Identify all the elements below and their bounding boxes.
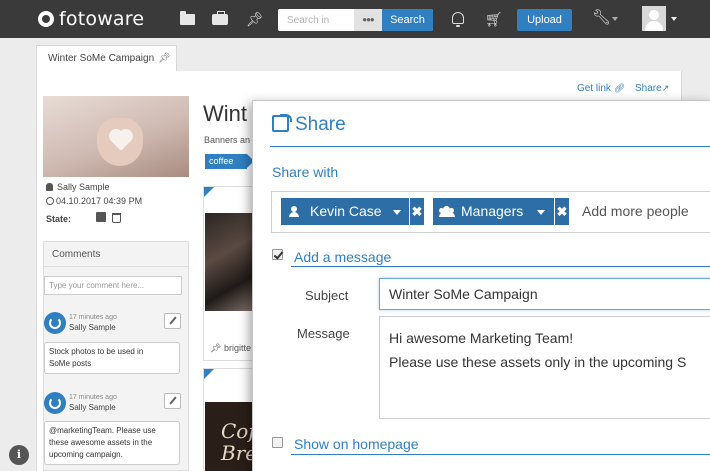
dialog-title-divider xyxy=(270,146,710,147)
created-date: 04.10.2017 04:39 PM xyxy=(56,196,143,206)
recipient-name: Managers xyxy=(461,203,524,219)
archive-icon[interactable] xyxy=(96,212,106,222)
comments-title: Comments xyxy=(52,249,101,260)
pin-icon[interactable]: 📌︎ xyxy=(210,343,221,353)
logo-mark-icon xyxy=(38,11,54,27)
comment-author: Sally Sample xyxy=(69,403,116,412)
asset-filename: brigitte xyxy=(223,343,251,353)
comment-text-line: Stock photos to be used in xyxy=(49,347,144,356)
pin-icon[interactable]: 📌︎ xyxy=(246,11,264,27)
comment-text-line: these awesome assets in the xyxy=(49,438,153,447)
top-navigation-bar: fotoware 📌︎ ●●● Search 🛒︎ Upload 🔧︎ xyxy=(0,0,710,38)
comment-time: 17 minutes ago xyxy=(69,394,117,401)
logo-text: fotoware xyxy=(59,8,145,30)
comment-author: Sally Sample xyxy=(69,323,116,332)
share-link-button[interactable]: Share↗ xyxy=(635,83,669,94)
message-line: Hi awesome Marketing Team! xyxy=(389,330,574,346)
comment-text-line: SoMe posts xyxy=(49,359,92,368)
clock-icon xyxy=(46,197,54,205)
add-message-label[interactable]: Add a message xyxy=(294,249,391,265)
album-thumbnail[interactable] xyxy=(43,96,189,177)
search-button[interactable]: Search xyxy=(382,9,433,31)
comment-text-line: upcoming campaign. xyxy=(49,450,123,459)
date-line: 04.10.2017 04:39 PM xyxy=(46,196,142,207)
asset-image-coffee[interactable]: Coff Brea xyxy=(205,402,259,471)
recipient-chip-kevin-case[interactable]: Kevin Case xyxy=(281,198,409,225)
folder-icon[interactable] xyxy=(180,11,195,25)
comment-bubble: Stock photos to be used in SoMe posts xyxy=(44,342,180,374)
chevron-down-icon[interactable] xyxy=(393,210,401,215)
share-icon xyxy=(272,114,292,132)
group-icon xyxy=(438,206,456,217)
subject-label: Subject xyxy=(305,288,349,303)
message-label: Message xyxy=(297,326,350,341)
get-link-label: Get link xyxy=(577,83,611,94)
tab-winter-some-campaign[interactable]: Winter SoMe Campaign 📌︎ xyxy=(36,45,177,72)
notification-bell-icon[interactable] xyxy=(452,12,464,27)
show-on-homepage-checkbox[interactable] xyxy=(272,437,283,448)
message-line: Please use these assets only in the upco… xyxy=(389,354,687,370)
share-with-label: Share with xyxy=(272,164,339,180)
show-on-homepage-divider xyxy=(291,454,710,455)
tag-chip[interactable]: coffee xyxy=(205,154,254,169)
card-select-corner[interactable] xyxy=(204,187,214,197)
info-button[interactable]: i xyxy=(9,445,29,465)
state-label: State: xyxy=(46,214,72,224)
user-icon xyxy=(46,183,53,191)
chevron-down-icon[interactable] xyxy=(537,210,545,215)
user-icon xyxy=(289,206,299,217)
wrench-icon[interactable]: 🔧︎ xyxy=(592,10,611,26)
link-icon: 🔗︎ xyxy=(613,83,626,93)
recipient-chip-managers[interactable]: Managers xyxy=(433,198,554,225)
user-avatar[interactable] xyxy=(642,6,666,31)
comment-time: 17 minutes ago xyxy=(69,314,117,321)
asset-image[interactable] xyxy=(205,213,259,311)
asset-card-label: 📌︎ brigitte xyxy=(210,343,251,354)
comment-input[interactable] xyxy=(44,276,182,295)
comment-bubble: @marketingTeam. Please use these awesome… xyxy=(44,421,180,465)
remove-recipient-managers-icon[interactable]: ✖ xyxy=(555,198,569,225)
show-on-homepage-label[interactable]: Show on homepage xyxy=(294,436,419,452)
share-icon: ↗ xyxy=(661,83,670,93)
card-select-corner[interactable] xyxy=(204,369,214,379)
subject-input[interactable] xyxy=(379,278,710,310)
dialog-title: Share xyxy=(295,114,346,135)
comment-text-line: @marketingTeam. Please use xyxy=(49,426,156,435)
tools-chevron-down-icon[interactable] xyxy=(612,17,618,21)
upload-button[interactable]: Upload xyxy=(517,9,572,31)
owner-name: Sally Sample xyxy=(57,182,110,192)
message-textarea[interactable]: Hi awesome Marketing Team! Please use th… xyxy=(379,316,710,419)
comment-avatar xyxy=(44,392,66,414)
user-menu-chevron-down-icon[interactable] xyxy=(671,17,677,21)
share-link-label: Share xyxy=(635,83,662,94)
tab-pin-icon[interactable]: 📌︎ xyxy=(158,46,171,72)
owner-line: Sally Sample xyxy=(46,182,110,193)
cart-icon[interactable]: 🛒︎ xyxy=(485,11,503,27)
comments-divider xyxy=(44,266,188,267)
add-people-input[interactable]: Add more people xyxy=(582,203,689,219)
search-input[interactable] xyxy=(278,9,354,31)
add-message-divider xyxy=(291,266,710,267)
trash-icon[interactable] xyxy=(112,213,121,223)
get-link-button[interactable]: Get link 🔗︎ xyxy=(577,83,625,94)
briefcase-icon[interactable] xyxy=(212,11,228,25)
add-message-checkbox[interactable] xyxy=(272,249,283,260)
album-description: Banners an xyxy=(204,135,251,145)
recipient-name: Kevin Case xyxy=(310,203,382,219)
tab-label: Winter SoMe Campaign xyxy=(48,53,155,64)
fotoware-logo[interactable]: fotoware xyxy=(38,9,144,29)
album-title: Wint xyxy=(203,101,247,126)
remove-recipient-kevin-case-icon[interactable]: ✖ xyxy=(410,198,424,225)
edit-comment-button[interactable] xyxy=(164,313,181,329)
edit-comment-button[interactable] xyxy=(164,393,181,409)
search-options-button[interactable]: ●●● xyxy=(354,9,382,31)
comment-avatar xyxy=(44,312,66,334)
search-bar: ●●● Search xyxy=(278,9,433,31)
